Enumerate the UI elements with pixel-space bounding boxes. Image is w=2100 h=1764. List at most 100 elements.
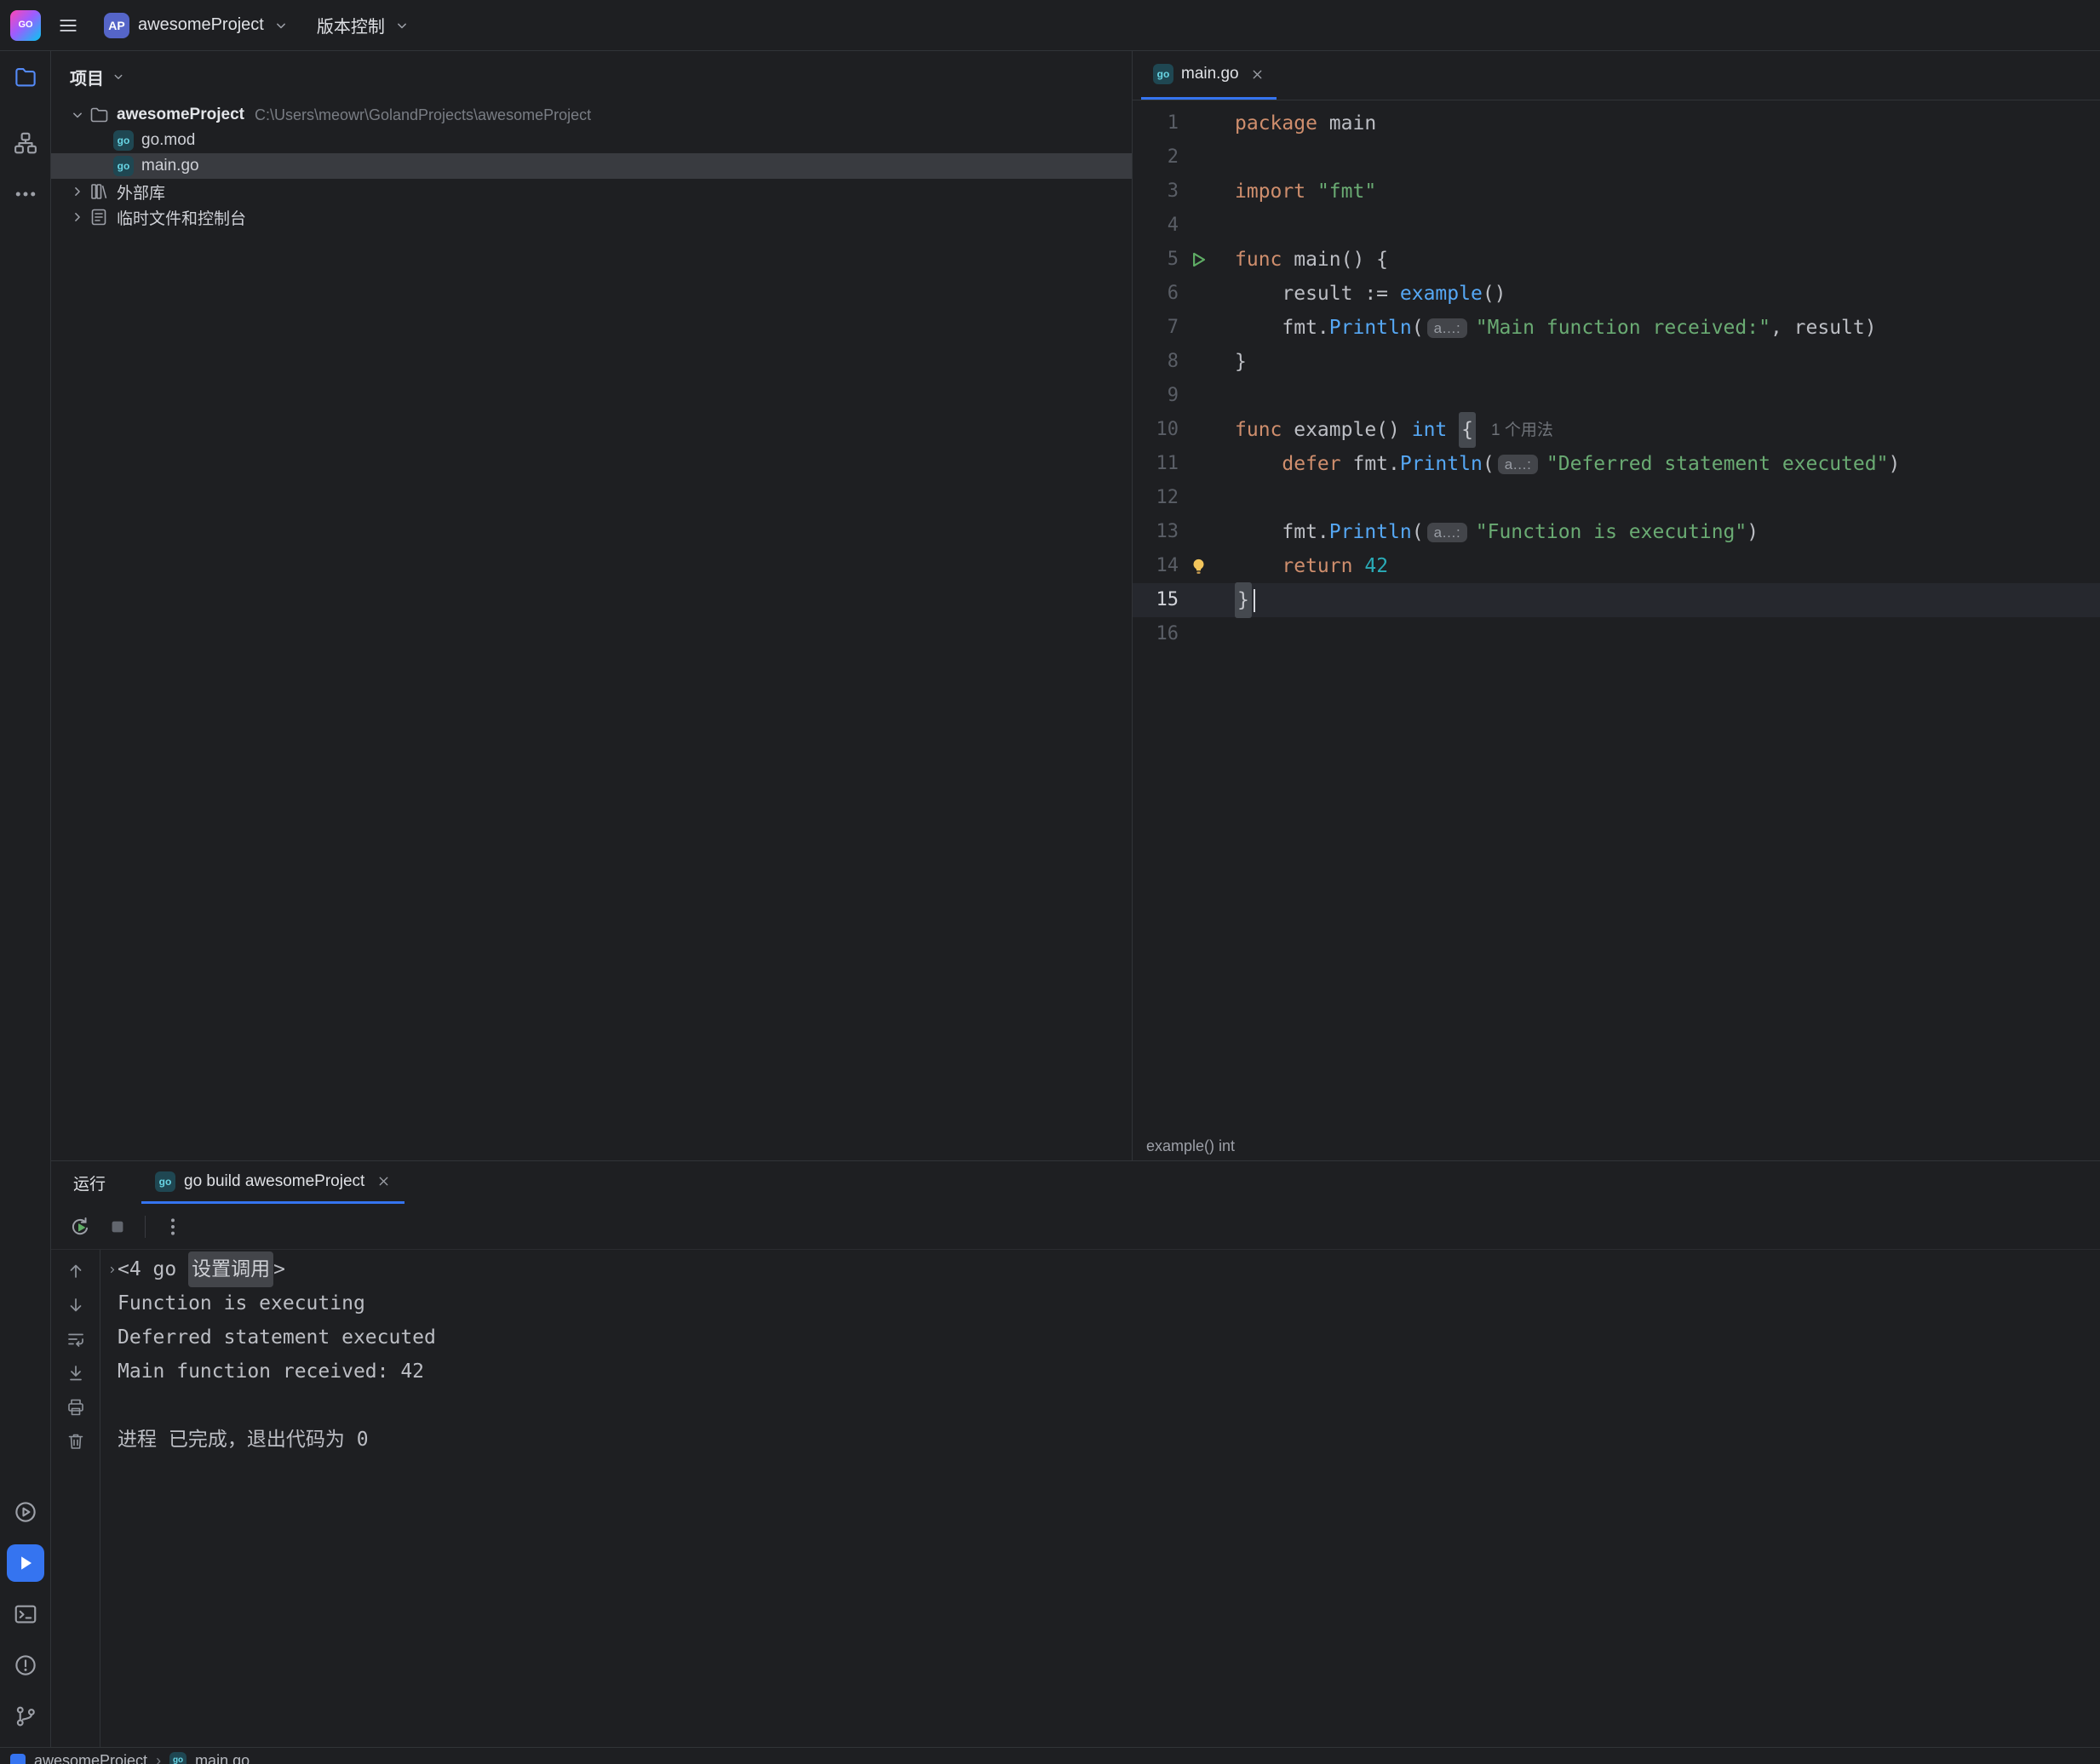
- terminal-icon[interactable]: [7, 1595, 44, 1633]
- stop-icon[interactable]: [102, 1211, 133, 1242]
- chevron-right-icon[interactable]: [67, 183, 88, 200]
- main-toolbar: GO AP awesomeProject 版本控制: [0, 0, 2100, 51]
- soft-wrap-icon[interactable]: [66, 1329, 86, 1349]
- code-token: }: [1235, 582, 1252, 618]
- git-branch-icon[interactable]: [7, 1698, 44, 1735]
- console-text: Deferred statement executed: [118, 1320, 436, 1354]
- text-caret: [1254, 589, 1255, 612]
- tree-item-awesomeProject[interactable]: awesomeProjectC:\Users\meowr\GolandProje…: [51, 102, 1132, 128]
- chevron-down-icon: [393, 17, 410, 34]
- console-line: [107, 1389, 2100, 1423]
- chevron-down-icon: [273, 17, 290, 34]
- tree-item-label: go.mod: [141, 131, 195, 150]
- code-token: Println: [1400, 447, 1483, 481]
- code-token: return: [1282, 549, 1352, 583]
- project-panel-title: 项目: [70, 65, 104, 89]
- code-text: }: [1218, 345, 1247, 379]
- run-toolbar: [51, 1204, 2100, 1250]
- code-line: 15}: [1133, 583, 2100, 617]
- close-icon[interactable]: [1250, 67, 1265, 82]
- context-hint: example() int: [1146, 1137, 1235, 1155]
- more-options-icon[interactable]: [158, 1211, 188, 1242]
- breadcrumb-project[interactable]: awesomeProject: [34, 1752, 147, 1764]
- line-number: 2: [1133, 140, 1179, 175]
- tool-window-strip: [0, 51, 51, 1747]
- console-line: Function is executing: [107, 1286, 2100, 1320]
- console-cmd-chip[interactable]: 设置调用: [188, 1251, 273, 1287]
- code-line: 14 return 42: [1133, 549, 2100, 583]
- down-arrow-icon[interactable]: [66, 1295, 86, 1315]
- services-icon[interactable]: [7, 1493, 44, 1531]
- code-token: ): [1747, 515, 1759, 549]
- vcs-widget[interactable]: 版本控制: [308, 8, 419, 43]
- line-number: 4: [1133, 209, 1179, 243]
- tree-item-main.go[interactable]: gomain.go: [51, 153, 1132, 179]
- status-bar: awesomeProject › go main.go: [0, 1747, 2100, 1764]
- code-line: 13 fmt.Println(a…:"Function is executing…: [1133, 515, 2100, 549]
- lib-icon: [88, 181, 110, 202]
- code-text: result := example(): [1218, 277, 1506, 311]
- intention-bulb-icon[interactable]: [1179, 557, 1218, 576]
- close-icon[interactable]: [376, 1174, 391, 1188]
- code-token: [1447, 413, 1459, 447]
- code-line: 5func main() {: [1133, 243, 2100, 277]
- tab-run-config[interactable]: go go build awesomeProject: [141, 1161, 405, 1204]
- console-output[interactable]: <4 go 设置调用>Function is executingDeferred…: [100, 1250, 2100, 1747]
- code-token: }: [1235, 345, 1247, 379]
- problems-icon[interactable]: [7, 1647, 44, 1684]
- usages-inlay-hint[interactable]: 1 个用法: [1491, 422, 1553, 438]
- tree-item-go.mod[interactable]: gogo.mod: [51, 128, 1132, 153]
- tab-main-go[interactable]: go main.go: [1141, 51, 1277, 100]
- run-panel-title: 运行: [73, 1171, 106, 1194]
- breadcrumb-file[interactable]: main.go: [195, 1752, 250, 1764]
- code-text: fmt.Println(a…:"Function is executing"): [1218, 515, 1759, 549]
- code-token: example: [1400, 277, 1483, 311]
- print-icon[interactable]: [66, 1397, 86, 1418]
- project-icon: [10, 1754, 26, 1764]
- code-text: fmt.Println(a…:"Main function received:"…: [1218, 311, 1877, 345]
- tree-item-临时文件和控制台[interactable]: 临时文件和控制台: [51, 204, 1132, 230]
- run-tool-icon[interactable]: [7, 1544, 44, 1582]
- line-number: 7: [1133, 311, 1179, 345]
- console-text: Main function received: 42: [118, 1354, 424, 1389]
- more-tool-windows-icon[interactable]: [7, 175, 44, 213]
- clear-console-icon[interactable]: [66, 1431, 86, 1452]
- code-token: main: [1317, 106, 1376, 140]
- chevron-down-icon[interactable]: [67, 106, 88, 123]
- code-text: package main: [1218, 106, 1376, 140]
- code-token: "fmt": [1317, 175, 1376, 209]
- code-token: fmt.: [1235, 311, 1329, 345]
- scroll-to-end-icon[interactable]: [66, 1363, 86, 1383]
- line-number: 12: [1133, 481, 1179, 515]
- code-token: "Main function received:": [1476, 311, 1770, 345]
- structure-icon[interactable]: [7, 124, 44, 162]
- project-widget[interactable]: AP awesomeProject: [95, 8, 298, 43]
- console-gutter: [51, 1250, 100, 1747]
- tree-item-外部库[interactable]: 外部库: [51, 179, 1132, 204]
- rerun-icon[interactable]: [65, 1211, 95, 1242]
- run-tool-window: 运行 go go build awesomeProject: [51, 1160, 2100, 1747]
- goland-logo-icon: GO: [10, 10, 41, 41]
- code-token: result :=: [1235, 277, 1400, 311]
- code-line: 2: [1133, 140, 2100, 175]
- editor-surface[interactable]: 1package main23import "fmt"45func main()…: [1133, 100, 2100, 1131]
- hamburger-menu-icon[interactable]: [51, 9, 85, 43]
- code-token: package: [1235, 106, 1317, 140]
- chevron-right-icon[interactable]: [67, 209, 88, 226]
- parameter-hint-chip: a…:: [1427, 318, 1467, 338]
- code-text: }: [1218, 582, 1255, 618]
- fold-chevron-icon[interactable]: [107, 1264, 118, 1275]
- project-tool-icon[interactable]: [7, 59, 44, 96]
- code-text: func main() {: [1218, 243, 1388, 277]
- run-line-icon[interactable]: [1179, 249, 1218, 271]
- scratch-icon: [88, 207, 110, 227]
- goland-window: GO AP awesomeProject 版本控制: [0, 0, 2100, 1764]
- editor-area: go main.go 1package main23import "fmt"45…: [1133, 51, 2100, 1160]
- code-token: (: [1483, 447, 1495, 481]
- go-file-icon: go: [1153, 64, 1173, 84]
- code-token: [1305, 175, 1317, 209]
- up-arrow-icon[interactable]: [66, 1261, 86, 1281]
- line-number: 15: [1133, 583, 1179, 617]
- project-panel-header[interactable]: 项目: [51, 51, 1132, 102]
- code-token: 42: [1364, 549, 1388, 583]
